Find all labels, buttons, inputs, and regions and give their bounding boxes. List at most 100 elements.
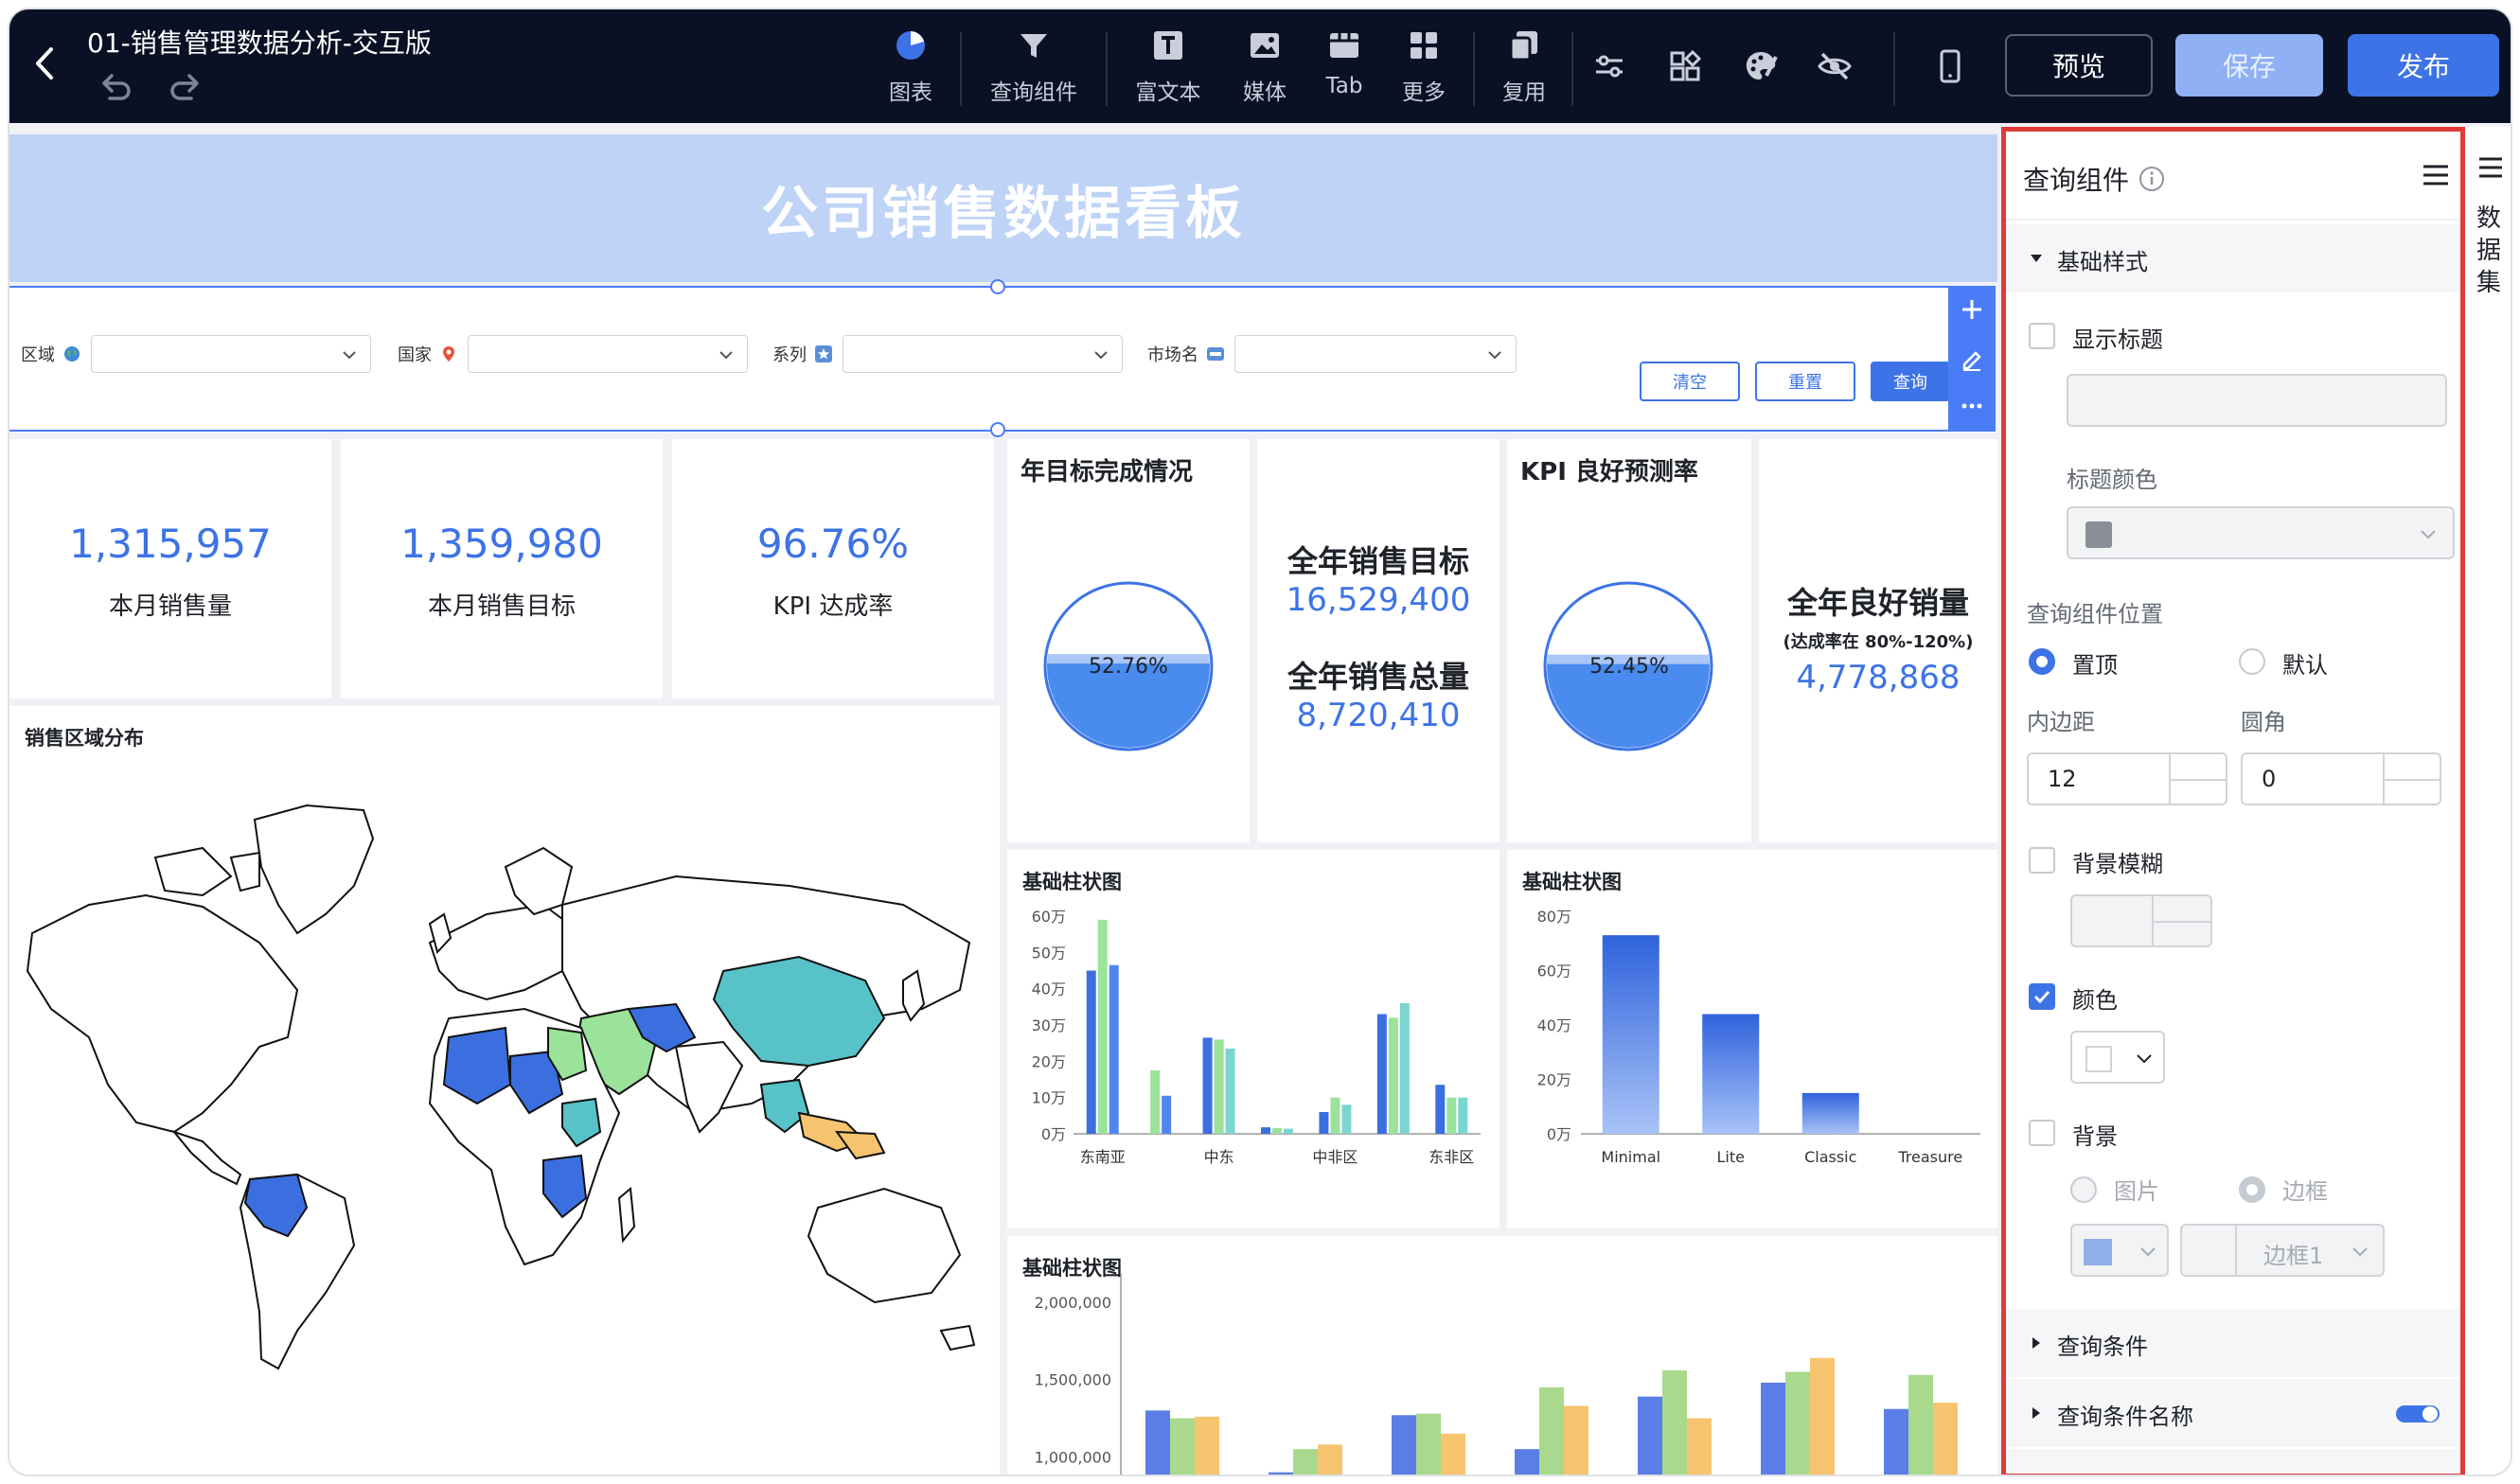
stepper-arrows[interactable]: [2383, 754, 2440, 804]
tool-more[interactable]: 更多: [1397, 26, 1450, 112]
undo-icon[interactable]: [97, 70, 134, 104]
save-button[interactable]: 保存: [2175, 34, 2323, 97]
chevron-down-icon: [1488, 351, 1501, 360]
good-sales-label: 全年良好销量: [1786, 585, 1969, 621]
theme-palette-icon[interactable]: [1742, 47, 1780, 85]
divider: [2006, 219, 2460, 221]
tool-chart[interactable]: 图表: [882, 26, 939, 112]
section-buttons[interactable]: 按钮: [2006, 1449, 2460, 1474]
condition-names-toggle[interactable]: [2396, 1405, 2440, 1422]
bar: [1539, 1387, 1564, 1475]
good-sales-card[interactable]: 全年良好销量 (达成率在 80%-120%) 4,778,868: [1759, 439, 1997, 842]
background-checkbox[interactable]: [2029, 1120, 2055, 1146]
title-input[interactable]: [2067, 374, 2447, 427]
bar-chart-card-series[interactable]: 基础柱状图 0万 20万 40万 60万 80万 Minimal Lite Classic Tr…: [1507, 850, 1997, 1228]
search-button[interactable]: 查询: [1871, 362, 1950, 401]
caret-right-icon: [2032, 1337, 2040, 1349]
section-basic-style[interactable]: 基础样式: [2006, 224, 2460, 292]
globe-icon: [64, 346, 80, 362]
tool-tab-label: Tab: [1325, 74, 1363, 98]
position-top-radio[interactable]: [2029, 648, 2055, 675]
position-label: 查询组件位置: [2027, 601, 2163, 627]
resize-handle-bottom[interactable]: [990, 422, 1005, 437]
add-icon[interactable]: [1960, 297, 1984, 322]
bar: [1933, 1403, 1958, 1475]
map-card[interactable]: 销售区域分布: [9, 706, 1000, 1475]
sliders-icon[interactable]: [1590, 47, 1628, 85]
x-tick-label: 中东: [1204, 1148, 1234, 1166]
tool-media[interactable]: 媒体: [1238, 26, 1291, 112]
reset-button[interactable]: 重置: [1755, 362, 1855, 401]
bg-image-radio[interactable]: [2070, 1176, 2097, 1203]
kpi-card-achievement[interactable]: 96.76% KPI 达成率: [672, 439, 994, 698]
tool-tab[interactable]: Tab: [1318, 26, 1371, 112]
x-tick-label: Minimal: [1601, 1148, 1660, 1166]
tool-query[interactable]: 查询组件: [985, 26, 1083, 112]
layout-icon[interactable]: [1666, 47, 1704, 85]
collapse-panel-icon[interactable]: [2421, 160, 2451, 190]
bar: [1602, 935, 1659, 1134]
y-tick-label: 1,000,000: [1035, 1448, 1111, 1466]
annual-target-card[interactable]: 年目标完成情况 52.76%: [1007, 439, 1250, 842]
kpi-card-monthly-sales[interactable]: 1,315,957 本月销售量: [9, 439, 331, 698]
more-icon[interactable]: [1960, 394, 1984, 418]
bar-chart-card-bottom[interactable]: 基础柱状图 1,000,000 1,500,000 2,000,000: [1007, 1236, 1997, 1475]
redo-icon[interactable]: [167, 70, 204, 104]
position-default-radio[interactable]: [2239, 648, 2265, 675]
top-toolbar: 01-销售管理数据分析-交互版 图表 查询组件 富文本 媒体 Tab 更多 复用…: [9, 9, 2511, 123]
query-field-label: 国家: [398, 345, 432, 365]
section-condition-names[interactable]: 查询条件名称: [2006, 1379, 2460, 1447]
toolbar-divider: [960, 32, 962, 106]
padding-stepper[interactable]: 12: [2027, 752, 2227, 805]
bg-color-select[interactable]: [2070, 1224, 2169, 1277]
eye-off-icon[interactable]: [1816, 47, 1854, 85]
blur-stepper[interactable]: [2070, 894, 2212, 947]
banner[interactable]: 公司销售数据看板: [9, 134, 1997, 282]
clear-button[interactable]: 清空: [1640, 362, 1740, 401]
expand-panel-icon[interactable]: [2476, 153, 2505, 182]
blur-checkbox[interactable]: [2029, 847, 2055, 874]
region-select[interactable]: [91, 335, 371, 373]
banner-title: 公司销售数据看板: [761, 180, 1246, 247]
border-style-select[interactable]: 边框1: [2180, 1224, 2385, 1277]
stepper-arrows[interactable]: [2169, 754, 2226, 804]
resize-handle-top[interactable]: [990, 279, 1005, 294]
color-checkbox[interactable]: [2029, 983, 2055, 1010]
series-select[interactable]: [843, 335, 1123, 373]
kpi-card-monthly-target[interactable]: 1,359,980 本月销售目标: [341, 439, 663, 698]
bar: [1097, 919, 1108, 1134]
country-select[interactable]: [468, 335, 748, 373]
preview-button[interactable]: 预览: [2005, 34, 2153, 97]
bar-chart-card-regions[interactable]: 基础柱状图 0万 10万 20万 30万 40万 50万 60万 东南亚 中东 中非区 东非区: [1007, 850, 1500, 1228]
bar: [1214, 1039, 1224, 1134]
radius-label: 圆角: [2241, 709, 2286, 735]
bg-border-radio[interactable]: [2239, 1176, 2265, 1203]
color-select[interactable]: [2070, 1031, 2165, 1084]
tool-reuse[interactable]: 复用: [1498, 26, 1551, 112]
radius-stepper[interactable]: 0: [2241, 752, 2441, 805]
query-component[interactable]: 区域 国家 系列 市场名 清空 重置 查询: [9, 279, 1992, 437]
edit-icon[interactable]: [1960, 346, 1984, 371]
star-badge-icon: [815, 345, 832, 362]
tool-richtext[interactable]: 富文本: [1130, 26, 1206, 112]
color-swatch: [2085, 521, 2112, 548]
bar: [1801, 1092, 1859, 1134]
back-icon[interactable]: [27, 40, 64, 87]
tool-query-label: 查询组件: [990, 80, 1077, 105]
mobile-icon[interactable]: [1931, 47, 1969, 85]
section-query-conditions[interactable]: 查询条件: [2006, 1309, 2460, 1377]
market-select[interactable]: [1234, 335, 1517, 373]
background-label: 背景: [2072, 1123, 2118, 1150]
annual-summary-card[interactable]: 全年销售目标 16,529,400 全年销售总量 8,720,410: [1257, 439, 1500, 842]
annual-target-label: 全年销售目标: [1287, 543, 1469, 579]
info-icon[interactable]: [2138, 166, 2165, 192]
bar: [1785, 1371, 1810, 1475]
title-color-select[interactable]: [2067, 506, 2455, 559]
publish-button[interactable]: 发布: [2348, 34, 2499, 97]
show-title-checkbox[interactable]: [2029, 323, 2055, 349]
kpi-forecast-card[interactable]: KPI 良好预测率 52.45%: [1507, 439, 1751, 842]
panel-title: 查询组件: [2023, 165, 2130, 196]
stepper-arrows[interactable]: [2152, 896, 2210, 945]
dashboard-canvas: 公司销售数据看板 区域 国家 系列 市场名 清空 重置 查询 1,315,957…: [9, 127, 1997, 1475]
dataset-rail[interactable]: 数据集: [2465, 127, 2511, 1475]
